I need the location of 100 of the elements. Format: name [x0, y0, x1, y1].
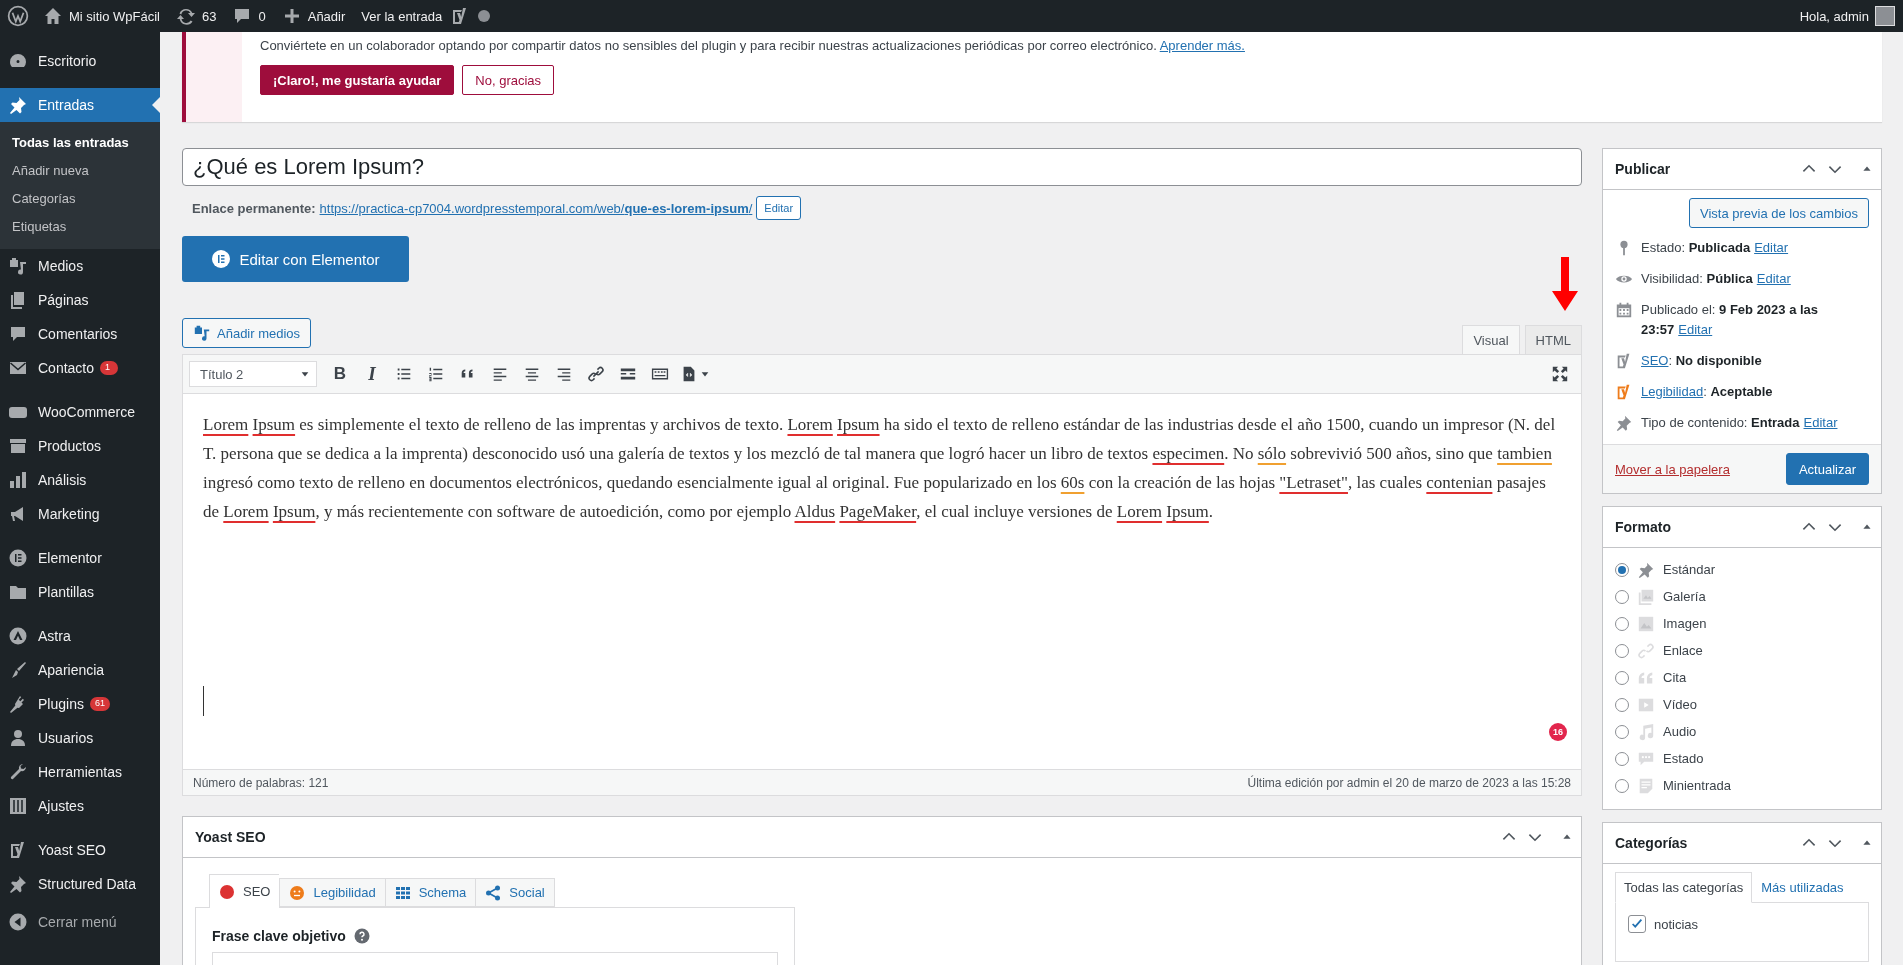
update-button[interactable]: Actualizar — [1785, 453, 1869, 485]
body-paragraph: Lorem Ipsum es simplemente el texto de relleno de las imprentas y archivos de texto. Lorem Ipsum ha sido el texto de relleno estándar de las industrias desde el año 1500, cuando un impresor (N. del T. persona que se dedica a la imprenta) desconocido usó una galería de textos y los mezcló de tal manera que logró hacer un libro de textos especimen. No sólo sobrevivió 500 años, sino que tambien ingresó como texto de relleno en documentos electrónicos, quedando esencialmente igual al original. Fue popularizado en los 60s con la creación de las hojas "Letraset", las cuales contenian pasajes de Lorem Ipsum, y más recientemente con software de autoedición, como por ejemplo Aldus PageMaker, el cual incluye versiones de Lorem Ipsum. — [203, 414, 1557, 523]
menu-item[interactable]: Plantillas — [0, 575, 160, 609]
pushpin-icon — [1615, 414, 1633, 432]
menu-item[interactable]: Comentarios — [0, 317, 160, 351]
wordpress-logo-icon[interactable] — [7, 5, 29, 27]
pushpin-icon — [1637, 560, 1655, 579]
publish-info: Estado: Publicada Editar — [1641, 239, 1789, 257]
caret-icon — [700, 369, 710, 379]
radio-button[interactable] — [1615, 724, 1629, 739]
permalink-link[interactable]: https://practica-cp7004.wordpresstemporal.com/web/que-es-lorem-ipsum/ — [319, 200, 753, 216]
radio-button[interactable] — [1615, 643, 1629, 658]
menu-item[interactable]: Medios — [0, 249, 160, 283]
submenu-item[interactable]: Categorías — [0, 185, 160, 213]
menu-item[interactable]: Análisis — [0, 463, 160, 497]
link-icon — [587, 365, 605, 383]
menu-item[interactable]: Plugins 61 — [0, 687, 160, 721]
menu-item[interactable]: Productos — [0, 429, 160, 463]
new-link-text: Añadir — [307, 8, 346, 24]
edit-link[interactable]: Editar — [1756, 271, 1791, 286]
permalink-label: Enlace permanente: — [192, 200, 316, 216]
text-cursor — [203, 686, 204, 716]
avatar-placeholder — [1875, 6, 1895, 26]
keyphrase-label: Frase clave objetivo — [212, 928, 346, 944]
preview-changes-button[interactable]: Vista previa de los cambios — [1689, 198, 1869, 228]
menu-item[interactable]: Ajustes — [0, 789, 160, 823]
seo-tab[interactable]: Social — [475, 878, 555, 907]
format-dropdown[interactable]: Título 2 — [189, 361, 317, 387]
site-name: Mi sitio WpFácil — [69, 8, 160, 24]
radio-button[interactable] — [1615, 778, 1629, 793]
new-link[interactable]: Añadir — [273, 0, 354, 32]
menu-item[interactable]: Entradas — [0, 88, 160, 122]
score-dot-icon — [219, 883, 235, 900]
menu-item[interactable]: Astra — [0, 619, 160, 653]
collapse-menu-button[interactable]: Cerrar menú — [0, 905, 160, 939]
view-post-link-text: Ver la entrada — [361, 8, 443, 24]
panel-title: Categorías — [1615, 835, 1688, 851]
issue-count-badge[interactable]: 16 — [1549, 723, 1567, 741]
trash-link[interactable]: Mover a la papelera — [1615, 461, 1730, 477]
calendar-icon — [1615, 301, 1633, 319]
menu-item[interactable]: Yoast SEO — [0, 833, 160, 867]
radio-button[interactable] — [1615, 562, 1629, 577]
edit-link[interactable]: Editar — [1678, 322, 1713, 337]
submenu-item[interactable]: Todas las entradas — [0, 129, 160, 157]
comments-link-text: 0 — [258, 8, 266, 24]
editor-tab[interactable]: HTML — [1524, 325, 1582, 354]
seo-tab[interactable]: SEO — [209, 874, 280, 908]
updates-link[interactable]: 63 — [168, 0, 225, 32]
edit-link[interactable]: Editar — [1803, 415, 1838, 430]
radio-button[interactable] — [1615, 697, 1629, 712]
menu-item[interactable]: Apariencia — [0, 653, 160, 687]
share-icon — [485, 884, 502, 901]
radio-button[interactable] — [1615, 616, 1629, 631]
last-edit-info: Última edición por admin el 20 de marzo de 2023 a las 15:28 — [1247, 775, 1571, 790]
category-tab[interactable]: Todas las categorías — [1615, 872, 1753, 903]
category-tab[interactable]: Más utilizadas — [1752, 872, 1853, 903]
submenu-item[interactable]: Añadir nueva — [0, 157, 160, 185]
comments-link[interactable]: 0 — [224, 0, 274, 32]
italic-button[interactable]: I — [357, 359, 387, 389]
radio-button[interactable] — [1615, 670, 1629, 685]
notice-button[interactable]: ¡Claro!, me gustaría ayudar — [260, 65, 455, 95]
menu-item[interactable]: Structured Data — [0, 867, 160, 901]
menu-item[interactable]: Herramientas — [0, 755, 160, 789]
archive-box-icon — [8, 436, 28, 456]
submenu-item[interactable]: Etiquetas — [0, 213, 160, 241]
elementor-button[interactable]: Editar con Elementor — [182, 236, 409, 282]
bold-button[interactable]: B — [325, 359, 355, 389]
menu-item[interactable]: WooCommerce — [0, 395, 160, 429]
menu-item[interactable]: Usuarios — [0, 721, 160, 755]
notice-button[interactable]: No, gracias — [462, 65, 555, 95]
checkbox[interactable] — [1628, 915, 1646, 933]
checkmark-icon — [1630, 917, 1644, 931]
site-name-link[interactable]: Mi sitio WpFácil — [35, 0, 168, 32]
editor-tab[interactable]: Visual — [1462, 325, 1520, 354]
status-dot-icon — [478, 10, 491, 22]
account-menu[interactable]: Hola, admin — [1791, 0, 1903, 32]
count-badge: 61 — [89, 697, 110, 711]
radio-button[interactable] — [1615, 751, 1629, 766]
format-option-label: Imagen — [1663, 616, 1707, 631]
publish-info: SEO: No disponible — [1641, 352, 1762, 370]
add-media-button[interactable]: Añadir medios — [182, 318, 312, 348]
seo-tab[interactable]: Schema — [384, 878, 476, 907]
menu-item[interactable]: Contacto 1 — [0, 351, 160, 385]
format-option-label: Galería — [1663, 589, 1706, 604]
panel-title: Yoast SEO — [195, 829, 266, 845]
radio-button[interactable] — [1615, 589, 1629, 604]
format-option-label: Vídeo — [1663, 697, 1697, 712]
edit-link[interactable]: Editar — [1754, 240, 1789, 255]
seo-tab[interactable]: Legibilidad — [279, 878, 385, 907]
menu-item[interactable]: Marketing — [0, 497, 160, 531]
menu-item[interactable]: Elementor — [0, 541, 160, 575]
edit-permalink-button[interactable]: Editar — [756, 196, 802, 220]
refresh-icon — [176, 6, 196, 26]
menu-item[interactable]: Páginas — [0, 283, 160, 317]
title-field[interactable]: ¿Qué es Lorem Ipsum? — [182, 148, 1582, 186]
menu-item[interactable]: Escritorio — [0, 44, 160, 78]
pushpin-icon — [8, 874, 28, 894]
view-post-link[interactable]: Ver la entrada — [353, 0, 451, 32]
learn-more-link[interactable]: Aprender más. — [1159, 38, 1245, 53]
help-icon[interactable] — [353, 928, 370, 944]
